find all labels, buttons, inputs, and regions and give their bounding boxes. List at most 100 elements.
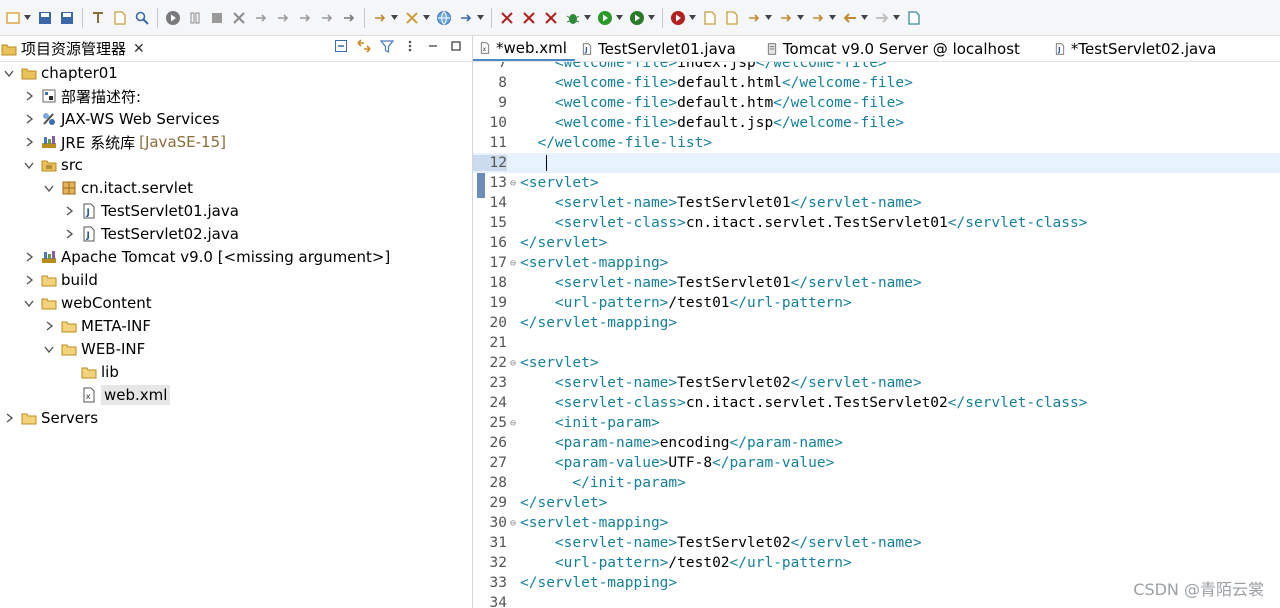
forward-icon[interactable] [874,9,891,26]
dropdown-arrow-icon[interactable] [829,9,836,26]
new-server-icon[interactable] [372,9,389,26]
maximize-icon[interactable] [448,38,464,54]
editor-tab[interactable]: J *TestServlet02.java [1048,37,1224,61]
project-explorer-tab[interactable]: 项目资源管理器 ✕ [0,36,145,61]
chevron-right-icon[interactable] [23,113,35,125]
drop-frame-icon[interactable] [319,9,336,26]
code-line[interactable]: 29 </servlet> [473,493,1280,513]
tree-item[interactable]: build [23,269,98,291]
new-icon[interactable] [5,9,22,26]
code-line[interactable]: 24 <servlet-class>cn.itact.servlet.TestS… [473,393,1280,413]
minimize-icon[interactable] [425,38,441,54]
tree-item[interactable]: J TestServlet02.java [63,223,239,245]
dropdown-arrow-icon[interactable] [24,9,31,26]
step-into-icon[interactable] [253,9,270,26]
annotation-icon[interactable] [746,9,763,26]
chevron-right-icon[interactable] [23,136,35,148]
next-annotation-icon[interactable] [778,9,795,26]
code-line[interactable]: 18 <servlet-name>TestServlet01</servlet-… [473,273,1280,293]
code-line[interactable]: 14 <servlet-name>TestServlet01</servlet-… [473,193,1280,213]
code-line[interactable]: 12 [473,153,1280,173]
chevron-right-icon[interactable] [63,228,75,240]
fold-toggle-icon[interactable]: ⊖ [507,518,519,529]
code-line[interactable]: 19 <url-pattern>/test01</url-pattern> [473,293,1280,313]
code-line[interactable]: 15 <servlet-class>cn.itact.servlet.TestS… [473,213,1280,233]
dropdown-arrow-icon[interactable] [689,9,696,26]
dropdown-arrow-icon[interactable] [861,9,868,26]
chevron-right-icon[interactable] [43,320,55,332]
tree-item[interactable]: x web.xml [63,384,171,406]
dropdown-arrow-icon[interactable] [648,9,655,26]
tree-item[interactable]: lib [63,361,119,383]
dropdown-arrow-icon[interactable] [616,9,623,26]
code-line[interactable]: 17 ⊖ <servlet-mapping> [473,253,1280,273]
debug-icon[interactable] [565,9,582,26]
open-folder-icon[interactable] [702,9,719,26]
tree-item[interactable]: 部署描述符: [23,85,141,107]
chevron-right-icon[interactable] [23,90,35,102]
new-folder-icon[interactable] [724,9,741,26]
open-task-icon[interactable] [112,9,129,26]
code-line[interactable]: 11 </welcome-file-list> [473,133,1280,153]
code-line[interactable]: 9 <welcome-file>default.htm</welcome-fil… [473,93,1280,113]
editor-tab[interactable]: J TestServlet01.java [575,37,744,61]
disconnect-icon[interactable] [231,9,248,26]
filter-icon[interactable] [379,38,395,54]
dropdown-arrow-icon[interactable] [584,9,591,26]
tree-item[interactable]: JAX-WS Web Services [23,108,220,130]
step-over-icon[interactable] [275,9,292,26]
code-line[interactable]: 30 ⊖ <servlet-mapping> [473,513,1280,533]
code-line[interactable]: 27 <param-value>UTF-8</param-value> [473,453,1280,473]
collapse-all-icon[interactable] [333,38,349,54]
tree-item[interactable]: Apache Tomcat v9.0 [<missing argument>] [23,246,390,268]
code-line[interactable]: 31 <servlet-name>TestServlet02</servlet-… [473,533,1280,553]
close-icon[interactable]: ✕ [133,41,145,57]
terminate-icon[interactable] [209,9,226,26]
code-line[interactable]: 21 [473,333,1280,353]
pin-editor-icon[interactable] [906,9,923,26]
tree-item[interactable]: chapter01 [3,62,118,84]
code-line[interactable]: 23 <servlet-name>TestServlet02</servlet-… [473,373,1280,393]
chevron-right-icon[interactable] [3,412,15,424]
tree-item[interactable]: WEB-INF [43,338,145,360]
code-line[interactable]: 8 <welcome-file>default.html</welcome-fi… [473,73,1280,93]
search-icon[interactable] [134,9,151,26]
chevron-down-icon[interactable] [43,182,55,194]
chevron-right-icon[interactable] [63,205,75,217]
back-icon[interactable] [842,9,859,26]
code-line[interactable]: 32 <url-pattern>/test02</url-pattern> [473,553,1280,573]
dropdown-arrow-icon[interactable] [391,9,398,26]
tree-item[interactable]: META-INF [43,315,151,337]
code-line[interactable]: 20 </servlet-mapping> [473,313,1280,333]
save-icon[interactable] [37,9,54,26]
open-browser-icon[interactable] [436,9,453,26]
step-return-icon[interactable] [297,9,314,26]
dropdown-arrow-icon[interactable] [893,9,900,26]
fold-toggle-icon[interactable]: ⊖ [507,258,519,269]
view-menu-icon[interactable] [402,38,418,54]
toggle-breakpoint-icon[interactable] [521,9,538,26]
remove-breakpoints-icon[interactable] [543,9,560,26]
resume-icon[interactable] [165,9,182,26]
open-type-icon[interactable] [90,9,107,26]
save-all-icon[interactable] [59,9,76,26]
coverage-icon[interactable] [629,9,646,26]
use-step-filters-icon[interactable] [341,9,358,26]
code-line[interactable]: 16 </servlet> [473,233,1280,253]
fold-toggle-icon[interactable]: ⊖ [507,358,519,369]
chevron-right-icon[interactable] [23,274,35,286]
tree-item[interactable]: webContent [23,292,152,314]
dropdown-arrow-icon[interactable] [423,9,430,26]
editor-tab[interactable]: Tomcat v9.0 Server @ localhost [760,37,1028,61]
dropdown-arrow-icon[interactable] [797,9,804,26]
suspend-icon[interactable] [187,9,204,26]
fold-toggle-icon[interactable]: ⊖ [507,178,519,189]
fold-toggle-icon[interactable]: ⊖ [507,418,519,429]
tree-item[interactable]: src [23,154,83,176]
chevron-down-icon[interactable] [3,67,15,79]
previous-annotation-icon[interactable] [810,9,827,26]
code-line[interactable]: 25 ⊖ <init-param> [473,413,1280,433]
code-line[interactable]: 13 ⊖ <servlet> [473,173,1280,193]
chevron-down-icon[interactable] [23,159,35,171]
dropdown-arrow-icon[interactable] [477,9,484,26]
